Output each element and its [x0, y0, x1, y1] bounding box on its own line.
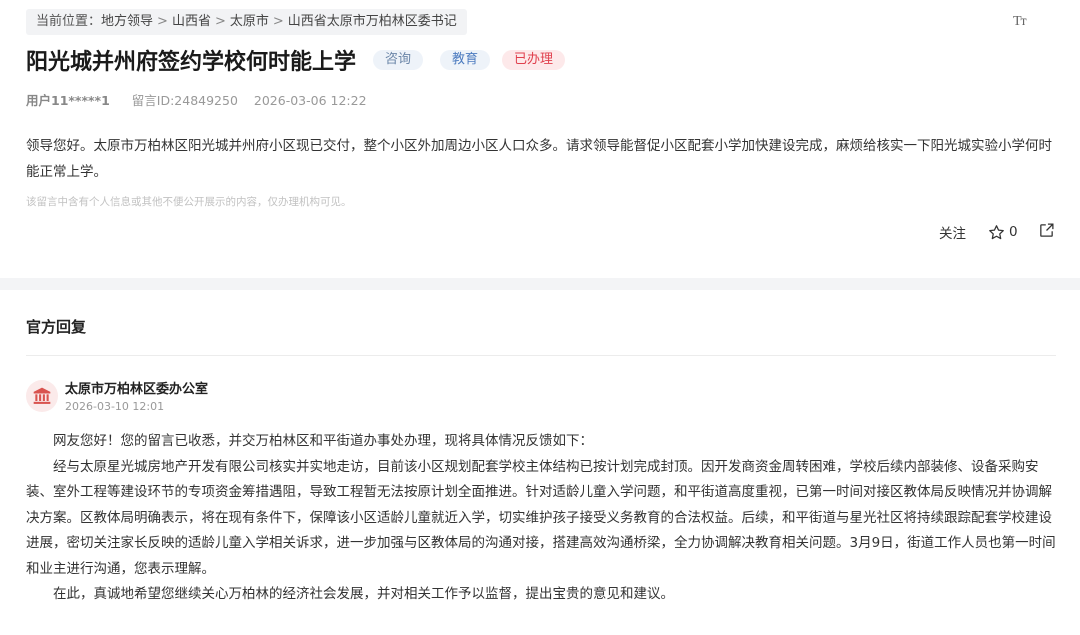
tag-consult: 咨询 — [373, 50, 424, 70]
breadcrumb-item-district-secretary[interactable]: 山西省太原市万柏林区委书记 — [288, 14, 457, 29]
privacy-note: 该留言中含有个人信息或其他不便公开展示的内容，仅办理机构可见。 — [26, 196, 352, 208]
font-size-icon[interactable]: Tт — [1013, 14, 1027, 30]
breadcrumb-item-city[interactable]: 太原市 — [230, 14, 269, 29]
breadcrumb-prefix: 当前位置： — [36, 14, 102, 29]
star-icon — [989, 224, 1004, 239]
question-content: 领导您好。太原市万柏林区阳光城并州府小区现已交付，整个小区外加周边小区人口众多。… — [26, 138, 1052, 180]
reply-heading: 官方回复 — [26, 318, 87, 336]
star-button[interactable]: 0 — [988, 222, 1018, 242]
avatar — [26, 380, 58, 412]
breadcrumb-separator: > — [272, 14, 284, 29]
reply-datetime: 2026-03-10 12:01 — [65, 400, 165, 413]
breadcrumb: 当前位置：地方领导 > 山西省 > 太原市 > 山西省太原市万柏林区委书记 — [26, 9, 467, 35]
section-separator — [0, 278, 1080, 290]
breadcrumb-separator: > — [157, 14, 168, 29]
share-icon — [1040, 223, 1054, 237]
question-meta: 用户11*****1 留言ID:24849250 2026-03-06 12:2… — [26, 90, 367, 109]
user-name: 用户11*****1 — [26, 93, 110, 108]
tag-education[interactable]: 教育 — [440, 50, 491, 70]
government-building-icon — [33, 387, 51, 404]
reply-paragraph: 网友您好！您的留言已收悉，并交万柏林区和平街道办事处办理，现将具体情况反馈如下： — [53, 433, 593, 449]
reply-org-name: 太原市万柏林区委办公室 — [65, 382, 209, 397]
status-badge: 已办理 — [502, 50, 566, 70]
question-datetime: 2026-03-06 12:22 — [253, 93, 367, 108]
reply-body: 网友您好！您的留言已收悉，并交万柏林区和平街道办事处办理，现将具体情况反馈如下：… — [26, 429, 1056, 608]
share-button[interactable] — [1038, 222, 1055, 242]
follow-button[interactable]: 关注 — [939, 222, 966, 242]
reply-paragraph: 经与太原星光城房地产开发有限公司核实并实地走访，目前该小区规划配套学校主体结构已… — [26, 458, 1056, 577]
message-id: 留言ID:24849250 — [131, 93, 238, 108]
breadcrumb-item-province[interactable]: 山西省 — [172, 14, 211, 29]
question-card: 当前位置：地方领导 > 山西省 > 太原市 > 山西省太原市万柏林区委书记 Tт 阳光城并州… — [0, 0, 1080, 278]
reply-paragraph: 在此，真诚地希望您继续关心万柏林的经济社会发展，并对相关工作予以监督，提出宝贵的… — [53, 586, 674, 602]
breadcrumb-separator: > — [214, 14, 226, 29]
star-count: 0 — [1009, 224, 1018, 240]
divider — [26, 355, 1056, 356]
breadcrumb-item-local-leaders[interactable]: 地方领导 — [101, 14, 153, 29]
page-title: 阳光城并州府签约学校何时能上学 — [26, 50, 357, 75]
